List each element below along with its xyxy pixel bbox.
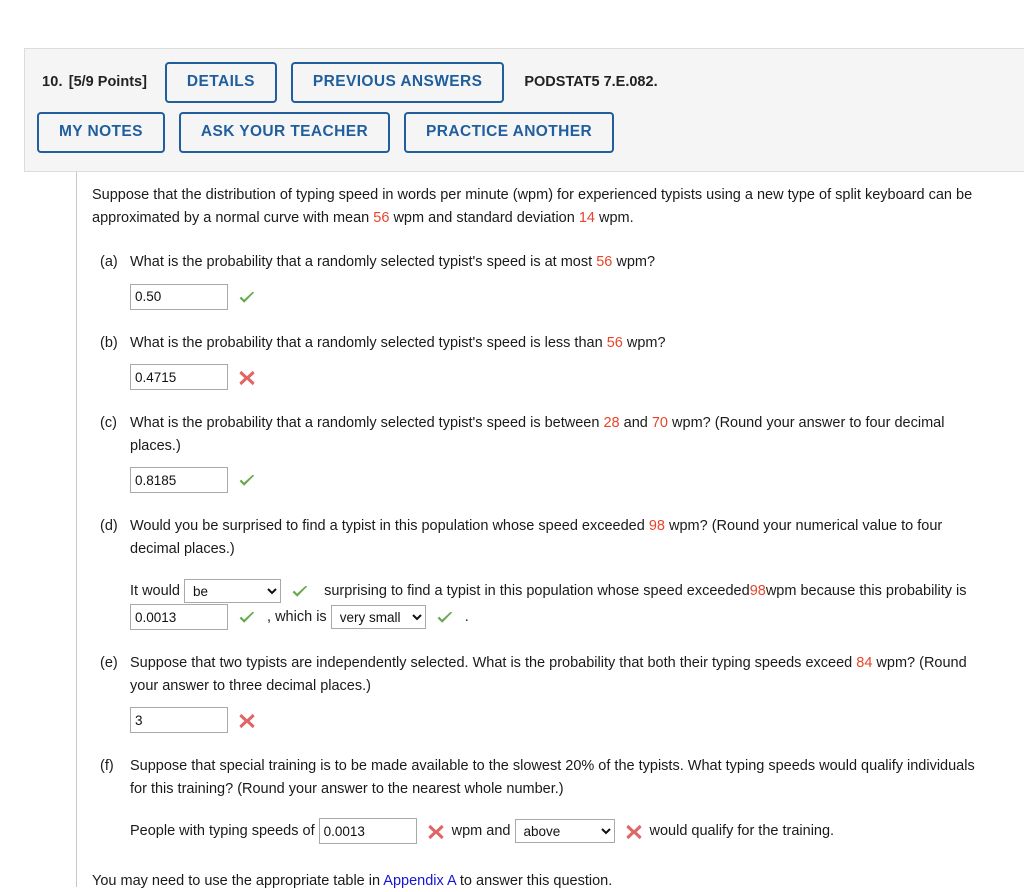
header-row-primary: 10. [5/9 Points] DETAILS PREVIOUS ANSWER… bbox=[25, 49, 1024, 109]
part-d-sentence-number: 98 bbox=[749, 583, 766, 599]
part-f-answer-sentence: People with typing speeds of wpm and abo… bbox=[130, 818, 1000, 844]
part-e: (e) Suppose that two typists are indepen… bbox=[92, 652, 1014, 733]
part-d-question: Would you be surprised to find a typist … bbox=[130, 515, 992, 560]
part-b-text-1: What is the probability that a randomly … bbox=[130, 334, 607, 351]
incorrect-cross-icon bbox=[426, 822, 446, 842]
incorrect-cross-icon bbox=[624, 822, 644, 842]
stem-sd-value: 14 bbox=[578, 209, 595, 226]
part-d-magnitude-select[interactable]: very small bbox=[330, 605, 426, 629]
part-f-speed-input[interactable] bbox=[318, 818, 417, 844]
part-d-sentence-text-4: , which is bbox=[267, 609, 327, 625]
stem-text-3: wpm. bbox=[594, 209, 634, 226]
part-c-text-2: and bbox=[619, 415, 652, 431]
details-button[interactable]: DETAILS bbox=[164, 61, 277, 103]
part-a-answer-input[interactable] bbox=[130, 283, 228, 310]
correct-check-icon bbox=[237, 608, 257, 628]
part-d-sentence-text-1: It would bbox=[130, 583, 180, 599]
part-a-text-1: What is the probability that a randomly … bbox=[130, 254, 597, 270]
part-a-number: 56 bbox=[596, 254, 613, 270]
part-f: (f) Suppose that special training is to … bbox=[92, 755, 1014, 844]
part-b-question: What is the probability that a randomly … bbox=[130, 332, 992, 355]
part-e-text-1: Suppose that two typists are independent… bbox=[130, 655, 857, 671]
stem-mean-value: 56 bbox=[373, 209, 390, 226]
part-f-question: Suppose that special training is to be m… bbox=[130, 758, 975, 797]
part-b-number: 56 bbox=[606, 334, 623, 351]
part-b-answer-row bbox=[130, 364, 1014, 390]
part-a-text-2: wpm? bbox=[612, 254, 656, 270]
appendix-footnote: You may need to use the appropriate tabl… bbox=[92, 870, 1014, 892]
correct-check-icon bbox=[435, 608, 455, 628]
part-e-answer-input[interactable] bbox=[130, 707, 228, 733]
part-c-number-1: 28 bbox=[603, 415, 620, 431]
part-d: (d) Would you be surprised to find a typ… bbox=[92, 515, 1014, 630]
part-d-sentence-text-5: . bbox=[464, 609, 469, 625]
question-number: 10. bbox=[42, 74, 63, 90]
part-a-answer-row bbox=[130, 283, 1014, 310]
correct-check-icon bbox=[237, 471, 257, 491]
part-d-be-select[interactable]: be bbox=[184, 579, 282, 603]
practice-another-button[interactable]: PRACTICE ANOTHER bbox=[404, 111, 615, 153]
part-d-sentence-text-3: wpm because this probability is bbox=[765, 583, 967, 599]
incorrect-cross-icon bbox=[237, 711, 257, 731]
part-c-number-2: 70 bbox=[651, 415, 668, 431]
ask-your-teacher-button[interactable]: ASK YOUR TEACHER bbox=[178, 111, 391, 153]
part-c-question: What is the probability that a randomly … bbox=[130, 412, 992, 457]
part-c-answer-row bbox=[130, 467, 1014, 493]
part-a-question: What is the probability that a randomly … bbox=[130, 251, 992, 274]
part-c-label: (c) bbox=[100, 415, 117, 431]
exercise-header-panel: 10. [5/9 Points] DETAILS PREVIOUS ANSWER… bbox=[24, 48, 1024, 172]
part-d-label: (d) bbox=[100, 518, 118, 534]
part-a: (a) What is the probability that a rando… bbox=[92, 251, 1014, 310]
part-d-number: 98 bbox=[648, 518, 665, 534]
part-b-label: (b) bbox=[100, 334, 118, 351]
part-f-label: (f) bbox=[100, 758, 114, 774]
part-d-probability-input[interactable] bbox=[130, 604, 228, 630]
header-row-secondary: MY NOTES ASK YOUR TEACHER PRACTICE ANOTH… bbox=[25, 105, 1024, 159]
part-f-direction-select[interactable]: above bbox=[514, 819, 615, 843]
exercise-code: PODSTAT5 7.E.082. bbox=[524, 74, 658, 90]
part-d-sentence-text-2: surprising to find a typist in this popu… bbox=[324, 583, 750, 599]
part-f-sentence-text-3: would qualify for the training. bbox=[649, 823, 835, 839]
stem-text-2: wpm and standard deviation bbox=[389, 209, 579, 226]
part-e-number: 84 bbox=[856, 655, 873, 671]
question-stem: Suppose that the distribution of typing … bbox=[92, 184, 1007, 229]
previous-answers-button[interactable]: PREVIOUS ANSWERS bbox=[290, 61, 505, 103]
incorrect-cross-icon bbox=[237, 368, 257, 388]
my-notes-button[interactable]: MY NOTES bbox=[37, 111, 165, 153]
points-badge: [5/9 Points] bbox=[68, 74, 147, 90]
part-e-answer-row bbox=[130, 707, 1014, 733]
part-d-answer-sentence: It would be surprising to find a typist … bbox=[130, 578, 1000, 630]
question-content-area: Suppose that the distribution of typing … bbox=[76, 172, 1024, 889]
correct-check-icon bbox=[237, 288, 257, 308]
part-c: (c) What is the probability that a rando… bbox=[92, 412, 1014, 493]
correct-check-icon bbox=[290, 582, 310, 602]
part-c-answer-input[interactable] bbox=[130, 467, 228, 493]
part-b: (b) What is the probability that a rando… bbox=[92, 332, 1014, 390]
part-e-question: Suppose that two typists are independent… bbox=[130, 652, 992, 697]
part-a-label: (a) bbox=[100, 254, 118, 270]
part-e-label: (e) bbox=[100, 655, 118, 671]
part-b-text-2: wpm? bbox=[622, 334, 666, 351]
part-f-sentence-text-1: People with typing speeds of bbox=[130, 823, 315, 839]
part-c-text-1: What is the probability that a randomly … bbox=[130, 415, 604, 431]
part-f-sentence-text-2: wpm and bbox=[451, 823, 511, 839]
part-d-text-1: Would you be surprised to find a typist … bbox=[130, 518, 649, 534]
part-b-answer-input[interactable] bbox=[130, 364, 228, 390]
